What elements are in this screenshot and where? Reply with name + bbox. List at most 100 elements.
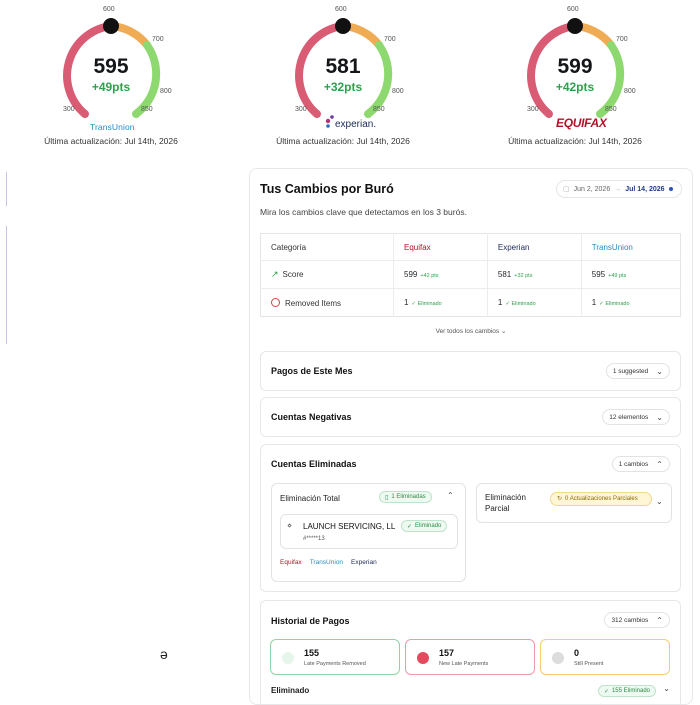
bureau-equifax[interactable]: Equifax — [280, 559, 302, 566]
tick-700: 700 — [152, 36, 164, 43]
stat-label: New Late Payments — [439, 661, 489, 667]
see-all-changes-link[interactable]: Ver todos los cambios ⌄ — [250, 327, 692, 335]
tick-850: 850 — [605, 106, 617, 113]
stat-number: 0 — [574, 648, 580, 658]
tick-700: 700 — [616, 36, 628, 43]
tick-300: 300 — [295, 106, 307, 113]
cell-value: 581 — [497, 270, 512, 279]
stat-late-removed: 155 Late Payments Removed — [270, 639, 400, 675]
section-title: Cuentas Eliminadas — [271, 459, 357, 469]
score-delta: +49pts — [91, 80, 131, 94]
bureau-links: Equifax TransUnion Experian — [280, 559, 377, 566]
suggested-pill[interactable]: 1 suggested ⌄ — [605, 363, 670, 379]
gauge-card-transunion: 600 700 800 300 850 595 +49pts TransUnio… — [0, 0, 222, 155]
row-label: Removed Items — [285, 298, 342, 308]
changes-pill[interactable]: 1 cambios ⌃ — [611, 456, 670, 472]
panel-title: Tus Cambios por Buró — [260, 182, 394, 196]
tick-600: 600 — [567, 6, 579, 13]
dot-icon — [552, 652, 564, 664]
tick-800: 800 — [392, 88, 404, 95]
credit-score: 581 — [325, 55, 361, 78]
changes-pill[interactable]: 312 cambios ⌃ — [604, 612, 670, 628]
gauge-card-experian: 600 700 800 300 850 581 +32pts experian.… — [232, 0, 454, 155]
col-header-experian: Experian — [486, 233, 582, 261]
score-delta: +32pts — [323, 80, 363, 94]
chevron-up-icon[interactable]: ⌃ — [447, 491, 454, 500]
tick-700: 700 — [384, 36, 396, 43]
eliminated-label: Eliminado — [271, 686, 310, 695]
section-title: Pagos de Este Mes — [271, 366, 353, 376]
removed-count-tag: ▯ 1 Eliminadas — [379, 491, 432, 503]
account-name: LAUNCH SERVICING, LL — [303, 522, 396, 531]
tag-label: 0 Actualizaciones Parciales — [565, 496, 638, 502]
tick-800: 800 — [160, 88, 172, 95]
clock-icon — [271, 297, 280, 307]
tick-300: 300 — [527, 106, 539, 113]
tick-850: 850 — [373, 106, 385, 113]
tick-800: 800 — [624, 88, 636, 95]
col-header-transunion: TransUnion — [580, 233, 681, 261]
sidebar-divider — [6, 226, 7, 344]
tag-label: 155 Eliminado — [611, 688, 650, 694]
partial-updates-tag: ↻ 0 Actualizaciones Parciales — [550, 492, 652, 506]
col-header: Categoría — [271, 242, 307, 252]
cell-value: 1 — [497, 298, 503, 307]
table-row: Removed Items 1 ✓ Eliminado 1 ✓ Eliminado … — [260, 288, 681, 317]
bureau-changes-panel: Tus Cambios por Buró ▢ Jun 2, 2026 → Jul… — [249, 168, 693, 705]
sidebar-divider — [6, 172, 7, 206]
bureau-transunion[interactable]: TransUnion — [310, 559, 343, 566]
cell-value: 599 — [404, 270, 418, 279]
stat-label: Still Present — [574, 661, 604, 667]
partial-removal-card[interactable]: Eliminación Parcial ↻ 0 Actualizaciones P… — [476, 483, 672, 523]
last-updated: Última actualización: Jul 14th, 2026 — [508, 136, 642, 146]
cell-note: ✓ Eliminado — [411, 301, 442, 307]
total-removal-card: Eliminación Total ▯ 1 Eliminadas ⌃ ⋄ LAUN… — [271, 483, 466, 582]
trash-icon: ▯ — [385, 494, 389, 501]
chevron-down-icon[interactable]: ⌄ — [663, 684, 670, 693]
active-dot-icon — [668, 187, 673, 191]
card-title: Eliminación Total — [280, 494, 340, 503]
gauge-card-equifax: 600 700 800 300 850 599 +42pts EQUIFAX Ú… — [464, 0, 686, 155]
cell-note: +32 pts — [514, 273, 533, 279]
last-updated: Última actualización: Jul 14th, 2026 — [44, 136, 178, 146]
credit-score: 599 — [557, 55, 593, 78]
stat-number: 157 — [439, 648, 455, 658]
trash-icon — [282, 652, 294, 664]
date-range-picker[interactable]: ▢ Jun 2, 2026 → Jul 14, 2026 — [556, 180, 682, 198]
stat-new-late: 157 New Late Payments — [405, 639, 535, 675]
date-from: Jun 2, 2026 — [573, 185, 611, 193]
tick-600: 600 — [335, 6, 347, 13]
tick-300: 300 — [63, 106, 75, 113]
section-negative-accounts[interactable]: Cuentas Negativas 12 elementos ⌄ — [260, 397, 681, 437]
section-title: Cuentas Negativas — [271, 412, 352, 422]
eliminated-count-tag: ✓ 155 Eliminado — [597, 685, 656, 697]
cell-note: ✓ Eliminado — [599, 301, 630, 307]
stat-label: Late Payments Removed — [304, 661, 366, 667]
stat-number: 155 — [304, 648, 320, 658]
pill-label: 312 cambios — [611, 616, 649, 624]
stat-still-present: 0 Still Present — [540, 639, 670, 675]
table-row: ↗ Score 599 +42 pts 581 +32 pts 595 +49 pts — [260, 260, 681, 289]
account-number: #*****13 — [303, 536, 325, 542]
cell-value: 595 — [591, 270, 606, 279]
chevron-down-icon: ⌄ — [656, 497, 663, 506]
date-to: Jul 14, 2026 — [625, 185, 665, 193]
tag-label: 1 Eliminadas — [391, 494, 426, 500]
check-circle-icon: ✓ — [603, 688, 609, 695]
last-updated: Última actualización: Jul 14th, 2026 — [276, 136, 410, 146]
pill-label: 1 cambios — [618, 460, 649, 468]
elements-pill[interactable]: 12 elementos ⌄ — [602, 409, 670, 425]
score-delta: +42pts — [555, 80, 595, 94]
arrow-icon: → — [614, 185, 622, 193]
card-title: Eliminación Parcial — [485, 493, 526, 513]
refresh-icon: ↻ — [557, 496, 563, 502]
x-circle-icon — [417, 652, 429, 664]
account-item[interactable]: ⋄ LAUNCH SERVICING, LL ✓ Eliminado #*****… — [280, 514, 458, 549]
chevron-down-icon: ⌄ — [656, 412, 663, 422]
section-payments[interactable]: Pagos de Este Mes 1 suggested ⌄ — [260, 351, 681, 391]
status-badge: ✓ Eliminado — [401, 520, 448, 532]
bureau-experian[interactable]: Experian — [351, 559, 377, 566]
chevron-up-icon: ⌃ — [656, 459, 663, 469]
bureau-comparison-table: Categoría Equifax Experian TransUnion ↗ S… — [260, 233, 681, 317]
equifax-logo: EQUIFAX — [556, 116, 607, 130]
